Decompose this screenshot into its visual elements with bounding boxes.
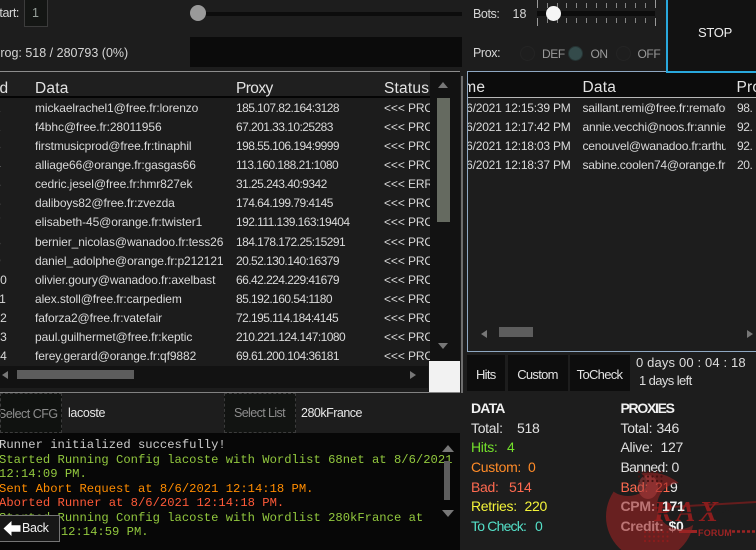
svg-text:FORUM: FORUM xyxy=(698,528,732,538)
